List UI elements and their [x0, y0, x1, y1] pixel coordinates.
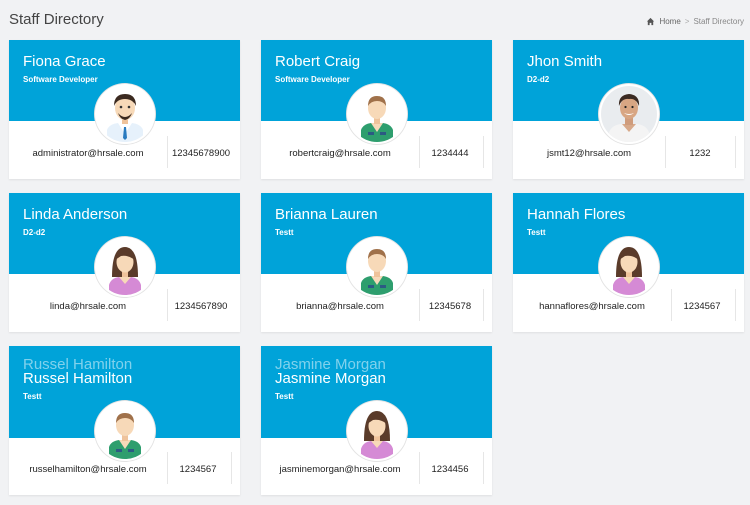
male-avatar-icon: [347, 237, 407, 297]
staff-email[interactable]: jasminemorgan@hrsale.com: [261, 464, 419, 475]
staff-email[interactable]: robertcraig@hrsale.com: [261, 148, 419, 159]
staff-role: Testt: [275, 228, 294, 237]
staff-contact-row: linda@hrsale.com 1234567890: [9, 289, 240, 321]
female-avatar-icon: [599, 237, 659, 297]
breadcrumb-separator: >: [684, 17, 690, 26]
businessman-avatar-icon: [95, 84, 155, 144]
staff-role: D2-d2: [23, 228, 46, 237]
divider: [231, 452, 232, 484]
staff-phone: 1232: [689, 148, 711, 159]
staff-name[interactable]: Brianna Lauren: [275, 206, 378, 223]
staff-contact-row: robertcraig@hrsale.com 1234444: [261, 136, 492, 168]
staff-email[interactable]: hannaflores@hrsale.com: [513, 301, 671, 312]
staff-role: Testt: [23, 392, 42, 401]
staff-phone: 1234567: [683, 301, 721, 312]
staff-card[interactable]: Jhon Smith D2-d2 jsmt12@hrsale.com 1232: [513, 40, 744, 179]
staff-contact-row: jasminemorgan@hrsale.com 1234456: [261, 452, 492, 484]
female-avatar-icon: [95, 237, 155, 297]
staff-contact-row: jsmt12@hrsale.com 1232: [513, 136, 744, 168]
breadcrumb-home-link[interactable]: Home: [659, 17, 680, 26]
staff-contact-row: hannaflores@hrsale.com 1234567: [513, 289, 744, 321]
staff-name[interactable]: Russel Hamilton: [23, 370, 132, 387]
photo-avatar-icon: [599, 84, 659, 144]
staff-phone: 12345678: [428, 301, 472, 312]
staff-email[interactable]: administrator@hrsale.com: [9, 148, 167, 159]
staff-contact-row: russelhamilton@hrsale.com 1234567: [9, 452, 240, 484]
staff-name[interactable]: Linda Anderson: [23, 206, 127, 223]
staff-phone: 1234567890: [174, 301, 228, 312]
breadcrumb-current: Staff Directory: [693, 17, 744, 26]
divider: [483, 136, 484, 168]
staff-role: Testt: [275, 392, 294, 401]
home-icon: [647, 17, 655, 26]
staff-contact-row: brianna@hrsale.com 12345678: [261, 289, 492, 321]
staff-name[interactable]: Jhon Smith: [527, 53, 602, 70]
male-avatar-icon: [347, 84, 407, 144]
staff-email[interactable]: russelhamilton@hrsale.com: [9, 464, 167, 475]
staff-role: Software Developer: [275, 75, 350, 84]
staff-name[interactable]: Jasmine Morgan: [275, 370, 386, 387]
staff-phone: 1234444: [431, 148, 469, 159]
staff-email[interactable]: linda@hrsale.com: [9, 301, 167, 312]
staff-email[interactable]: jsmt12@hrsale.com: [513, 148, 665, 159]
staff-role: Software Developer: [23, 75, 98, 84]
divider: [483, 289, 484, 321]
staff-contact-row: administrator@hrsale.com 12345678900: [9, 136, 240, 168]
staff-card[interactable]: Robert Craig Software Developer robertcr…: [261, 40, 492, 179]
staff-role: D2-d2: [527, 75, 550, 84]
staff-card[interactable]: Russel Hamilton Russel Hamilton Testt ru…: [9, 346, 240, 495]
breadcrumb: Home > Staff Directory: [646, 17, 744, 26]
staff-phone: 1234456: [431, 464, 469, 475]
staff-role: Testt: [527, 228, 546, 237]
staff-phone: 1234567: [179, 464, 217, 475]
page-title: Staff Directory: [9, 11, 104, 28]
divider: [735, 289, 736, 321]
staff-name[interactable]: Robert Craig: [275, 53, 360, 70]
staff-card[interactable]: Brianna Lauren Testt brianna@hrsale.com …: [261, 193, 492, 332]
staff-phone: 12345678900: [171, 148, 231, 159]
staff-card[interactable]: Jasmine Morgan Jasmine Morgan Testt jasm…: [261, 346, 492, 495]
staff-name[interactable]: Hannah Flores: [527, 206, 625, 223]
divider: [483, 452, 484, 484]
divider: [735, 136, 736, 168]
staff-email[interactable]: brianna@hrsale.com: [261, 301, 419, 312]
staff-card[interactable]: Fiona Grace Software Developer administr…: [9, 40, 240, 179]
staff-name[interactable]: Fiona Grace: [23, 53, 106, 70]
staff-card[interactable]: Hannah Flores Testt hannaflores@hrsale.c…: [513, 193, 744, 332]
staff-card[interactable]: Linda Anderson D2-d2 linda@hrsale.com 12…: [9, 193, 240, 332]
